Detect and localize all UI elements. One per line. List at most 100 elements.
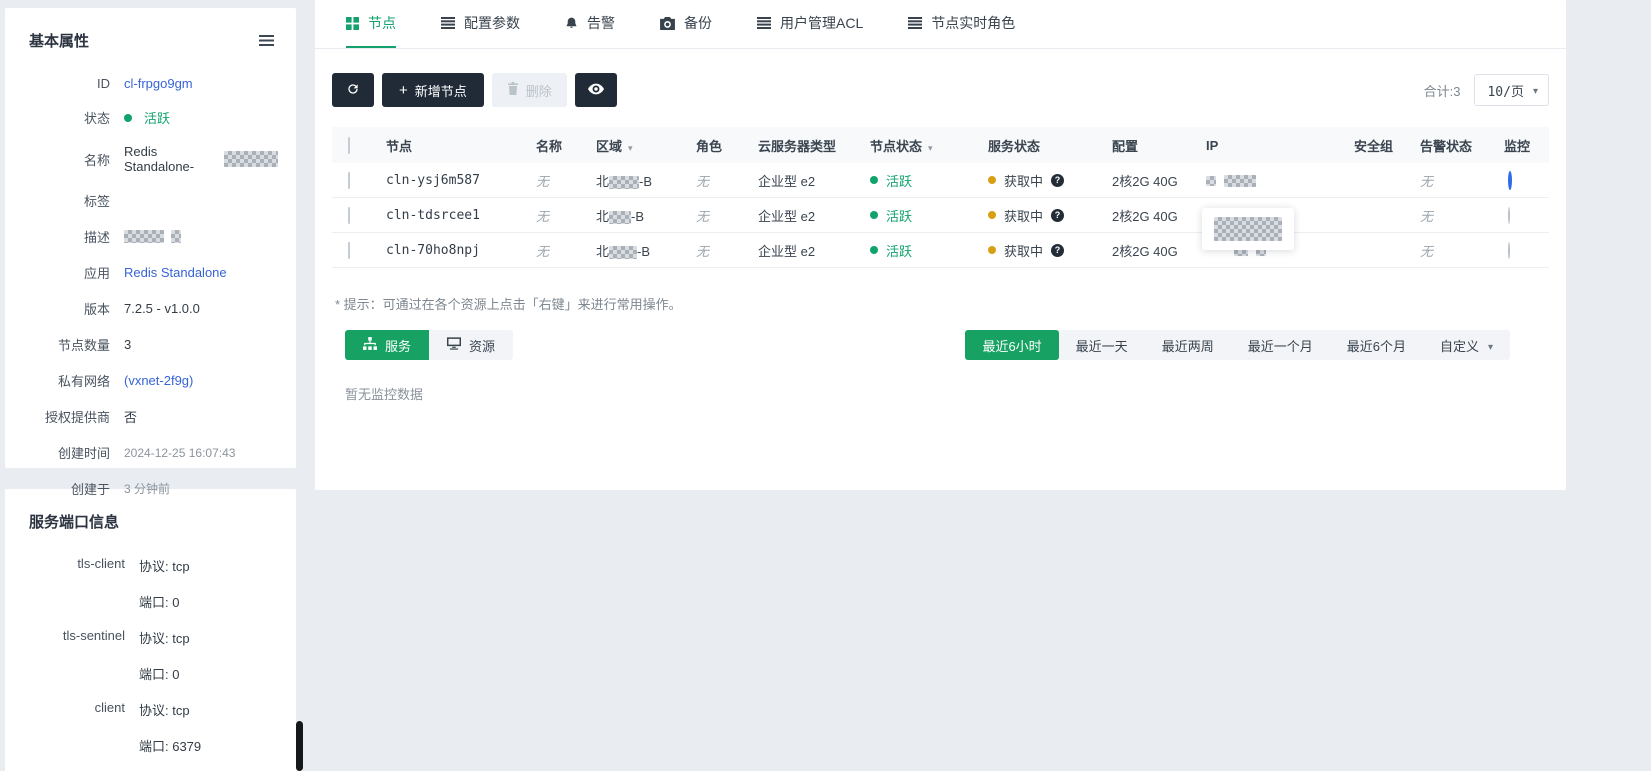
toggle-resource-button[interactable]: 资源 [429, 330, 514, 360]
select-all-checkbox[interactable] [348, 136, 350, 154]
tab-backup[interactable]: 备份 [660, 0, 712, 48]
view-columns-button[interactable] [574, 73, 617, 107]
refresh-icon [346, 82, 360, 99]
port-name: client [94, 700, 125, 715]
caret-down-icon [1524, 83, 1538, 98]
console-page: 基本属性 ID cl-frpgo9gm 状态 活跃 名称 Redis Stand… [0, 0, 1651, 771]
monitor-view-toggle: 服务 资源 [345, 330, 514, 360]
monitor-icon [447, 337, 462, 353]
monitor-radio[interactable] [1508, 206, 1510, 224]
row-checkbox[interactable] [348, 171, 350, 189]
monitor-radio[interactable] [1508, 170, 1512, 190]
toggle-label: 资源 [469, 338, 496, 354]
cluster-id-link[interactable]: cl-frpgo9gm [124, 76, 193, 91]
field-label: 应用 [83, 266, 110, 281]
col-monitor: 监控 [1504, 138, 1531, 154]
field-app: 应用 Redis Standalone [15, 263, 278, 282]
ip-tooltip [1202, 208, 1294, 250]
scrollbar-thumb[interactable] [296, 721, 303, 771]
add-node-button[interactable]: 新增节点 [382, 73, 484, 107]
table-row[interactable]: cln-ysj6m587 无 北-B 无 企业型 e2 活跃 获取中 2核2G … [332, 163, 1549, 198]
plus-icon [399, 82, 408, 99]
field-label: 标签 [83, 194, 110, 209]
status-dot-icon [124, 113, 132, 122]
toggle-service-button[interactable]: 服务 [345, 330, 430, 360]
col-ip: IP [1206, 137, 1219, 153]
basic-properties-panel: 基本属性 ID cl-frpgo9gm 状态 活跃 名称 Redis Stand… [5, 8, 296, 497]
node-region: 北 -B [596, 243, 651, 259]
tab-alerts[interactable]: 告警 [565, 0, 615, 48]
port-number: 端口: 0 [139, 595, 180, 610]
port-number: 端口: 0 [139, 667, 180, 682]
field-label: 状态 [83, 111, 110, 126]
port-protocol: 协议: tcp [139, 703, 190, 718]
row-checkbox[interactable] [348, 206, 350, 224]
help-icon[interactable] [1051, 243, 1065, 257]
status-dot-icon [870, 246, 878, 254]
total-count: 合计:3 [1423, 83, 1461, 99]
eye-icon [587, 83, 604, 98]
node-region: 北 -B [596, 208, 645, 224]
redacted-name [223, 151, 278, 167]
tab-nodes[interactable]: 节点 [346, 0, 396, 48]
table-header-row: 节点 名称 区域 角色 云服务器类型 节点状态 服务状态 配置 IP 安全组 告… [332, 127, 1549, 163]
field-label: 私有网络 [57, 374, 110, 389]
status-value: 活跃 [144, 111, 171, 126]
node-server-type: 企业型 e2 [758, 173, 816, 189]
refresh-button[interactable] [332, 73, 374, 107]
left-sidebar: 基本属性 ID cl-frpgo9gm 状态 活跃 名称 Redis Stand… [5, 0, 296, 771]
right-click-hint: * 提示：可通过在各个资源上点击「右键」来进行常用操作。 [335, 297, 682, 312]
help-icon[interactable] [1051, 173, 1065, 187]
port-protocol: 协议: tcp [139, 631, 190, 646]
delete-button[interactable]: 删除 [491, 73, 567, 107]
caret-down-icon [1479, 338, 1493, 353]
field-label: 版本 [83, 302, 110, 317]
service-status-cell: 获取中 [972, 241, 1096, 260]
redacted-ip [1206, 176, 1216, 187]
col-alarm-status: 告警状态 [1420, 138, 1473, 154]
field-description: 描述 [15, 227, 278, 246]
add-node-label: 新增节点 [414, 83, 467, 99]
page-size-select[interactable]: 10/页 [1474, 74, 1549, 106]
node-region: 北 -B [596, 173, 653, 189]
service-ports-title: 服务端口信息 [29, 514, 120, 531]
port-entry: client 协议: tcp 端口: 6379 [15, 700, 278, 755]
redacted-region [609, 245, 638, 259]
tab-acl[interactable]: 用户管理ACL [757, 0, 863, 48]
field-name: 名称 Redis Standalone- [15, 144, 278, 174]
tab-label: 节点实时角色 [931, 15, 1016, 31]
field-label: 创建于 [70, 482, 110, 497]
node-count-value: 3 [124, 337, 132, 352]
col-name: 名称 [536, 138, 563, 154]
no-monitor-data-text: 暂无监控数据 [345, 387, 424, 402]
time-range-2w[interactable]: 最近两周 [1145, 330, 1231, 360]
tab-config-params[interactable]: 配置参数 [441, 0, 520, 48]
delete-label: 删除 [525, 83, 552, 99]
port-number: 端口: 6379 [139, 739, 202, 754]
time-range-6h[interactable]: 最近6小时 [965, 330, 1059, 360]
panel-menu-icon[interactable] [259, 35, 274, 46]
tab-realtime-roles[interactable]: 节点实时角色 [908, 0, 1015, 48]
time-range-1m[interactable]: 最近一个月 [1231, 330, 1330, 360]
monitor-radio[interactable] [1508, 241, 1510, 259]
redacted-ip [1224, 175, 1256, 188]
col-node-status-sortable[interactable]: 节点状态 [854, 136, 972, 155]
app-link[interactable]: Redis Standalone [124, 265, 227, 280]
bell-icon [565, 16, 578, 30]
table-row[interactable]: cln-tdsrcee1 无 北-B 无 企业型 e2 活跃 获取中 2核2G … [332, 198, 1549, 250]
trash-icon [507, 82, 519, 98]
help-icon[interactable] [1051, 208, 1065, 222]
time-range-group: 最近6小时 最近一天 最近两周 最近一个月 最近6个月 自定义 [965, 330, 1510, 360]
vxnet-link[interactable]: (vxnet-2f9g) [124, 373, 193, 388]
monitor-controls: 服务 资源 最近6小时 最近一天 最近两周 最近一个月 最近6个月 自定义 [345, 330, 1510, 360]
time-range-custom[interactable]: 自定义 [1423, 330, 1510, 360]
redacted-region [609, 175, 640, 189]
time-range-1d[interactable]: 最近一天 [1059, 330, 1145, 360]
redacted-region [609, 210, 632, 224]
tab-label: 备份 [684, 15, 712, 31]
col-config: 配置 [1112, 138, 1139, 154]
table-row[interactable]: cln-70ho8npj 无 北-B 无 企业型 e2 活跃 获取中 2核2G … [332, 233, 1549, 268]
row-checkbox[interactable] [348, 241, 350, 259]
col-region-sortable[interactable]: 区域 [580, 136, 680, 155]
time-range-6m[interactable]: 最近6个月 [1330, 330, 1423, 360]
